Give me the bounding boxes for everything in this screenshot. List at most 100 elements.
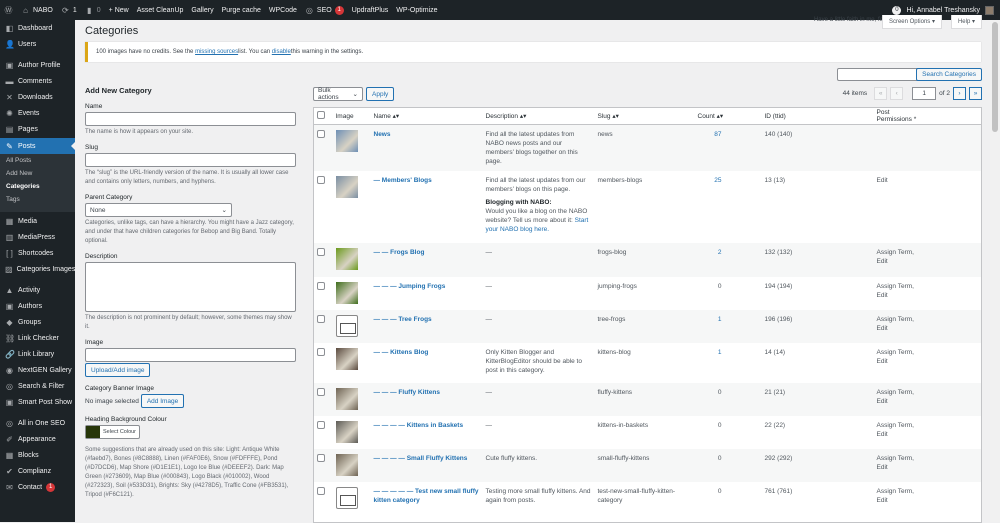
help-button[interactable]: Help ▾ <box>950 15 982 29</box>
row-checkbox[interactable] <box>317 130 325 138</box>
column-header-slug[interactable]: Slug ▴▾ <box>594 107 695 125</box>
count-cell[interactable]: 1 <box>695 343 762 383</box>
parent-category-select[interactable]: None ⌄ <box>85 203 232 217</box>
row-checkbox[interactable] <box>317 454 325 462</box>
checkbox-cell <box>313 449 333 482</box>
new-content-link[interactable]: + New <box>105 0 133 20</box>
row-checkbox[interactable] <box>317 176 325 184</box>
category-thumbnail <box>335 248 358 270</box>
updraftplus-link[interactable]: UpdraftPlus <box>348 0 393 20</box>
sidebar-item-all-in-one-seo[interactable]: ◎ All in One SEO <box>0 415 75 431</box>
row-checkbox[interactable] <box>317 388 325 396</box>
sidebar-item-events[interactable]: ✺ Events <box>0 105 75 121</box>
sidebar-item-blocks[interactable]: ▦ Blocks <box>0 447 75 463</box>
count-cell[interactable]: 1 <box>694 310 762 343</box>
colour-picker-button[interactable]: Select Colour <box>85 425 141 439</box>
notification-badge[interactable]: 0 <box>892 5 902 15</box>
sidebar-item-downloads[interactable]: ✕ Downloads <box>0 89 75 105</box>
category-name-link[interactable]: — — — Tree Frogs <box>374 316 432 323</box>
site-name-link[interactable]: ⌂ NABO <box>17 0 57 20</box>
select-all-checkbox[interactable] <box>313 107 333 125</box>
sidebar-item-contact[interactable]: ✉ Contact 1 <box>0 479 75 495</box>
add-image-button[interactable]: Add Image <box>140 394 185 408</box>
sidebar-item-shortcodes[interactable]: [ ] Shortcodes <box>0 245 75 261</box>
submenu-item-all-posts[interactable]: All Posts <box>6 157 31 164</box>
category-name-link[interactable]: News <box>374 131 391 138</box>
sidebar-item-author-profile[interactable]: ▣ Author Profile <box>0 57 75 73</box>
row-checkbox[interactable] <box>317 348 325 356</box>
mediapress-icon: ▥ <box>5 232 14 242</box>
upload-image-button[interactable]: Upload/Add image <box>85 363 151 377</box>
column-header-post[interactable]: Post Permissions * <box>873 107 928 125</box>
row-checkbox[interactable] <box>317 282 325 290</box>
seo-link[interactable]: ◎ SEO 1 <box>301 0 348 20</box>
sidebar-item-search-filter[interactable]: ◎ Search & Filter <box>0 378 75 394</box>
category-name-link[interactable]: — — Kittens Blog <box>374 349 429 356</box>
sidebar-item-users[interactable]: 👤 Users <box>0 36 75 52</box>
category-name-link[interactable]: — Members' Blogs <box>374 177 432 184</box>
sidebar-item-link-library[interactable]: 🔗 Link Library <box>0 346 75 362</box>
row-checkbox[interactable] <box>317 315 325 323</box>
last-page-button[interactable]: » <box>969 87 982 100</box>
search-input[interactable] <box>837 68 922 81</box>
scrollbar-thumb[interactable] <box>992 22 998 132</box>
category-name-link[interactable]: — — Frogs Blog <box>374 249 425 256</box>
category-name-link[interactable]: — — — — — Test new small fluffy kitten c… <box>374 488 479 504</box>
wordpress-logo-icon[interactable]: Ⓦ <box>0 0 17 20</box>
row-checkbox[interactable] <box>317 487 325 495</box>
updates-link[interactable]: ⟳ 1 <box>57 0 81 20</box>
row-checkbox[interactable] <box>317 248 325 256</box>
category-name-link[interactable]: — — — — Kittens in Baskets <box>374 422 464 429</box>
bulk-actions-select[interactable]: Bulk actions ⌄ <box>313 87 363 101</box>
slug-input[interactable] <box>85 153 296 167</box>
sidebar-item-complianz[interactable]: ✔ Complianz <box>0 463 75 479</box>
image-input[interactable] <box>85 348 296 362</box>
sidebar-item-posts[interactable]: ✎ Posts <box>0 138 75 154</box>
sidebar-item-dashboard[interactable]: ◧ Dashboard <box>0 20 75 36</box>
avatar[interactable] <box>985 5 994 15</box>
sidebar-item-mediapress[interactable]: ▥ MediaPress <box>0 229 75 245</box>
sidebar-item-smart-post-show[interactable]: ▣ Smart Post Show <box>0 394 75 410</box>
purge-cache-link[interactable]: Purge cache <box>218 0 265 20</box>
permissions-cell: Assign Term, Edit <box>873 243 928 277</box>
column-header-description[interactable]: Description ▴▾ <box>482 107 595 125</box>
sidebar-item-pages[interactable]: ▤ Pages <box>0 121 75 137</box>
count-cell[interactable]: 25 <box>695 171 762 243</box>
column-header-name[interactable]: Name ▴▾ <box>370 107 483 125</box>
count-cell[interactable]: 2 <box>694 243 762 277</box>
category-name-link[interactable]: — — — — Small Fluffy Kittens <box>374 455 468 462</box>
category-name-link[interactable]: — — — Jumping Frogs <box>374 283 446 290</box>
sidebar-item-groups[interactable]: ◆ Groups <box>0 314 75 330</box>
sidebar-item-activity[interactable]: ▲ Activity <box>0 282 75 298</box>
screen-options-button[interactable]: Screen Options ▾ <box>881 15 942 29</box>
count-cell[interactable]: 87 <box>694 124 762 171</box>
wp-optimize-link[interactable]: WP-Optimize <box>392 0 441 20</box>
next-page-button[interactable]: › <box>953 87 966 100</box>
missing-sources-link[interactable]: missing sources <box>195 49 238 55</box>
description-textarea[interactable] <box>85 262 296 312</box>
sidebar-item-appearance[interactable]: ✐ Appearance <box>0 431 75 447</box>
sidebar-item-authors[interactable]: ▣ Authors <box>0 298 75 314</box>
column-header-count[interactable]: Count ▴▾ <box>694 107 762 125</box>
gallery-link[interactable]: Gallery <box>187 0 217 20</box>
user-greeting[interactable]: Hi, Annabel Treshansky <box>906 7 980 14</box>
sidebar-item-link-checker[interactable]: ⛓ Link Checker <box>0 330 75 346</box>
name-input[interactable] <box>85 112 296 126</box>
sidebar-item-nextgen-gallery[interactable]: ◉ NextGEN Gallery <box>0 362 75 378</box>
asset-cleanup-link[interactable]: Asset CleanUp <box>133 0 188 20</box>
comments-link[interactable]: ▮ 0 <box>81 0 105 20</box>
submenu-item-add-new[interactable]: Add New <box>6 170 32 177</box>
sidebar-item-comments[interactable]: ▬ Comments <box>0 73 75 89</box>
submenu-item-tags[interactable]: Tags <box>6 196 20 203</box>
apply-button[interactable]: Apply <box>366 87 395 101</box>
wpcode-link[interactable]: WPCode <box>265 0 301 20</box>
search-categories-button[interactable]: Search Categories <box>916 68 982 81</box>
current-page-input[interactable]: 1 <box>912 87 937 100</box>
category-name-link[interactable]: — — — Fluffy Kittens <box>374 389 440 396</box>
disable-link[interactable]: disable <box>272 49 291 55</box>
sidebar-item-media[interactable]: ▦ Media <box>0 213 75 229</box>
sidebar-item-categories-images[interactable]: ▨ Categories Images <box>0 261 75 277</box>
page-scrollbar[interactable] <box>990 20 1000 522</box>
submenu-item-categories[interactable]: Categories <box>6 183 40 190</box>
row-checkbox[interactable] <box>317 421 325 429</box>
